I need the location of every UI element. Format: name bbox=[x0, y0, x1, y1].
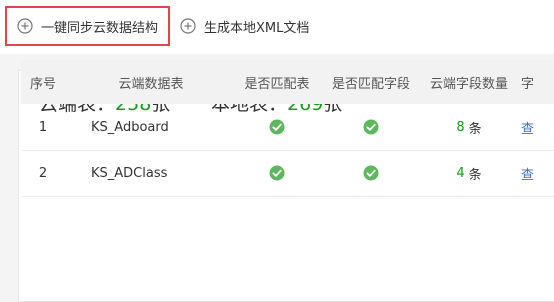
generate-xml-button[interactable]: 生成本地XML文档 bbox=[178, 6, 358, 46]
row-seq: 2 bbox=[38, 165, 48, 181]
field-count: 4条 bbox=[456, 165, 482, 183]
column-header-cloud-table: 云端数据表 bbox=[118, 76, 184, 92]
xml-button-label: 生成本地XML文档 bbox=[204, 20, 310, 36]
row-table-name: KS_ADClass bbox=[91, 165, 168, 181]
field-count-value: 4 bbox=[456, 165, 465, 181]
table-match-status bbox=[243, 104, 311, 150]
sync-cloud-structure-button[interactable]: 一键同步云数据结构 bbox=[5, 6, 170, 46]
check-circle-icon bbox=[269, 119, 285, 135]
column-header-table-match: 是否匹配表 bbox=[244, 76, 310, 92]
plus-circle-icon bbox=[180, 18, 196, 34]
column-header-field-count: 云端字段数量 bbox=[429, 76, 508, 92]
row-seq: 1 bbox=[38, 119, 48, 135]
field-match-status bbox=[329, 104, 413, 150]
column-header-fields: 字 bbox=[521, 76, 535, 92]
column-header-seq: 序号 bbox=[29, 76, 56, 92]
view-fields-link[interactable]: 查 bbox=[521, 150, 554, 196]
row-table-name: KS_Adboard bbox=[91, 119, 169, 135]
table-header: 序号 云端数据表 是否匹配表 是否匹配字段 云端字段数量 字 bbox=[21, 60, 554, 104]
check-circle-icon bbox=[269, 165, 285, 181]
table-row: 2 KS_ADClass 4条 查 bbox=[21, 150, 554, 197]
toolbar: 一键同步云数据结构 生成本地XML文档 bbox=[0, 0, 554, 54]
field-match-status bbox=[329, 150, 413, 196]
table-match-status bbox=[243, 150, 311, 196]
check-circle-icon bbox=[363, 119, 379, 135]
view-fields-link[interactable]: 查 bbox=[521, 104, 554, 150]
field-count-value: 8 bbox=[456, 119, 465, 135]
sync-button-label: 一键同步云数据结构 bbox=[41, 20, 159, 36]
column-header-field-match: 是否匹配字段 bbox=[331, 76, 410, 92]
check-circle-icon bbox=[363, 165, 379, 181]
table-row: 1 KS_Adboard 8条 查 bbox=[21, 104, 554, 151]
field-count: 8条 bbox=[456, 119, 482, 137]
plus-circle-icon bbox=[17, 18, 33, 34]
